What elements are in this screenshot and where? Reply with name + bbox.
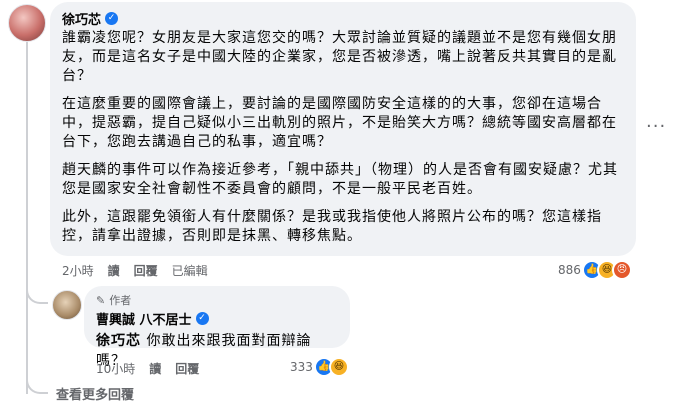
more-options-icon[interactable]: ··· — [646, 118, 666, 140]
comment-paragraph: 在這麼重要的國際會議上，要討論的是國際國防安全這樣的的大事，您卻在這場合中，提惡… — [62, 96, 617, 150]
thread-connector — [26, 282, 48, 304]
reply-author-name[interactable]: 曹興誠 八不居士 — [96, 309, 192, 328]
reply-avatar[interactable] — [52, 290, 82, 320]
reply-link[interactable]: 回覆 — [134, 262, 158, 279]
author-tag: 作者 — [109, 294, 132, 307]
like-link[interactable]: 讀 — [108, 262, 120, 279]
reply-mention[interactable]: 徐巧芯 — [96, 333, 141, 349]
comment-bubble: 徐巧芯 ✓ 誰霸凌您呢？女朋友是大家這您交的嗎？大眾討論並質疑的議題並不是您有幾… — [50, 2, 636, 256]
reply-actions: 10小時 讀 回覆 — [96, 360, 199, 377]
reply-timestamp[interactable]: 10小時 — [96, 360, 135, 377]
verified-badge-icon: ✓ — [105, 11, 119, 25]
comment-paragraph: 誰霸凌您呢？女朋友是大家這您交的嗎？大眾討論並質疑的議題並不是您有幾個女朋友，而… — [62, 30, 617, 84]
see-more-replies-link[interactable]: 查看更多回覆 — [56, 384, 134, 403]
comment-paragraph: 趙天麟的事件可以作為接近參考，「親中舔共」（物理）的人是否會有國安疑慮？尤其您是… — [62, 162, 618, 197]
thread-line — [26, 40, 28, 394]
reply-like-link[interactable]: 讀 — [149, 360, 161, 377]
verified-badge-icon: ✓ — [195, 312, 209, 325]
thread-connector-more — [26, 372, 48, 394]
reaction-count[interactable]: 886 — [558, 263, 581, 277]
edited-label: 已編輯 — [171, 264, 208, 278]
comment-actions: 2小時 讀 回覆 已編輯 — [62, 262, 208, 279]
reply-reply-link[interactable]: 回覆 — [175, 360, 199, 377]
haha-reaction-icon: 😆 — [329, 357, 349, 377]
comment-paragraph: 此外，這跟罷免領銜人有什麼關係？是我或我指使他人將照片公布的嗎？您這樣指控，請拿… — [62, 209, 602, 244]
avatar[interactable] — [8, 4, 46, 42]
pencil-icon: ✎ — [96, 293, 106, 307]
comment-author-name[interactable]: 徐巧芯 — [62, 9, 101, 28]
reply-reaction-count[interactable]: 333 — [290, 360, 313, 374]
comment-timestamp[interactable]: 2小時 — [62, 262, 94, 279]
reply-bubble: ✎ 作者 曹興誠 八不居士 ✓ 徐巧芯 你敢出來跟我面對面辯論嗎？ — [84, 286, 350, 369]
angry-reaction-icon: 😠 — [612, 260, 632, 280]
